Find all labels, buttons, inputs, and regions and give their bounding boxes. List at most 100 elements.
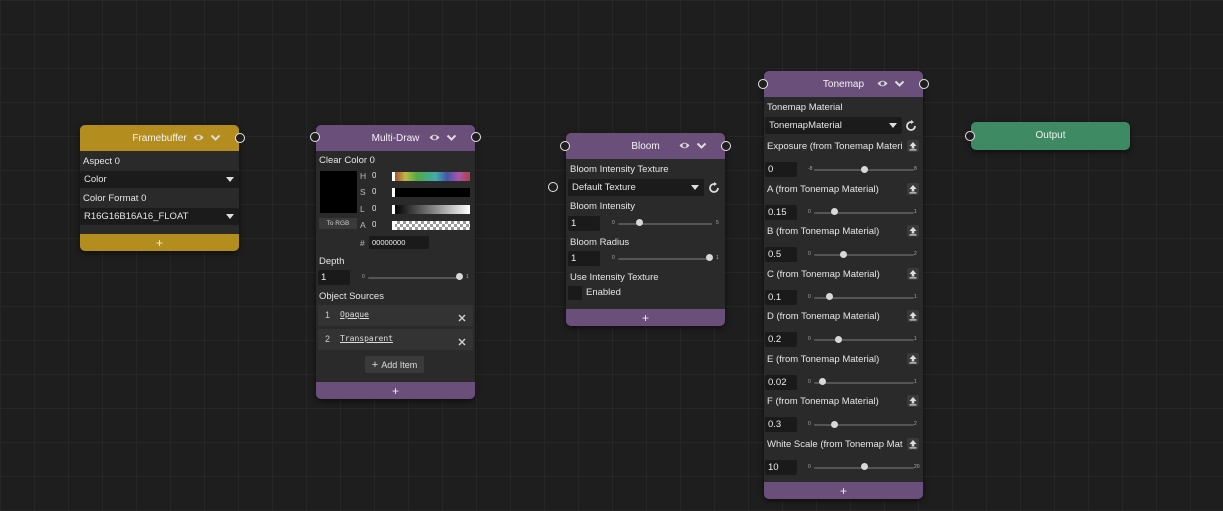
saturation-value[interactable]: 0 bbox=[372, 187, 376, 196]
chevron-down-icon[interactable] bbox=[894, 78, 905, 89]
lightness-slider-handle[interactable] bbox=[392, 205, 395, 214]
chevron-down-icon[interactable] bbox=[446, 132, 457, 143]
bloom-radius-input[interactable]: 1 bbox=[568, 251, 600, 266]
output-input-port[interactable] bbox=[965, 131, 975, 141]
hue-slider[interactable] bbox=[394, 172, 470, 181]
list-item-index: 2 bbox=[325, 334, 331, 344]
param-slider-handle[interactable] bbox=[818, 378, 826, 385]
param-slider-handle[interactable] bbox=[825, 293, 833, 300]
framebuffer-header[interactable]: Framebuffer bbox=[80, 125, 239, 151]
depth-slider[interactable] bbox=[368, 277, 462, 279]
bloom-intensity-input[interactable]: 1 bbox=[568, 216, 600, 231]
enabled-checkbox[interactable] bbox=[568, 286, 582, 300]
param-value-input[interactable]: 0.15 bbox=[765, 204, 797, 220]
alpha-slider-handle[interactable] bbox=[392, 221, 395, 230]
param-slider[interactable] bbox=[814, 254, 914, 256]
param-slider-handle[interactable] bbox=[860, 463, 868, 470]
eye-icon[interactable] bbox=[877, 78, 888, 89]
bloom-intensity-slider-handle[interactable] bbox=[636, 219, 643, 226]
upload-icon[interactable] bbox=[907, 182, 919, 195]
depth-slider-handle[interactable] bbox=[456, 273, 463, 280]
param-value-input[interactable]: 0.02 bbox=[765, 374, 797, 390]
chevron-down-icon bbox=[691, 185, 699, 190]
param-value-input[interactable]: 0.2 bbox=[765, 332, 797, 347]
param-slider[interactable] bbox=[814, 424, 914, 426]
chevron-down-icon[interactable] bbox=[210, 132, 221, 143]
depth-input[interactable]: 1 bbox=[318, 270, 350, 285]
source-link[interactable]: Transparent bbox=[340, 334, 393, 343]
bloom-input-port[interactable] bbox=[560, 141, 570, 151]
param-slider-handle[interactable] bbox=[860, 165, 868, 173]
param-slider-handle[interactable] bbox=[839, 250, 847, 258]
param-slider[interactable] bbox=[814, 381, 914, 384]
bloom-output-port[interactable] bbox=[721, 141, 731, 151]
param-value-input[interactable]: 0.1 bbox=[765, 289, 797, 305]
eye-icon[interactable] bbox=[679, 140, 690, 151]
upload-icon[interactable] bbox=[907, 267, 919, 280]
multidraw-input-port[interactable] bbox=[310, 132, 320, 142]
param-slider-handle[interactable] bbox=[830, 208, 838, 215]
saturation-slider-handle[interactable] bbox=[392, 188, 395, 197]
bloom-radius-slider[interactable] bbox=[618, 258, 712, 260]
upload-icon[interactable] bbox=[907, 352, 919, 365]
bloom-texture-dropdown[interactable]: Default Texture bbox=[568, 179, 704, 196]
param-slider-handle[interactable] bbox=[830, 420, 838, 428]
bloom-header[interactable]: Bloom bbox=[566, 133, 725, 159]
list-item[interactable]: 2 Transparent bbox=[318, 329, 473, 350]
remove-icon[interactable] bbox=[458, 333, 466, 351]
aspect-dropdown[interactable]: Color bbox=[80, 171, 239, 188]
remove-icon[interactable] bbox=[458, 309, 466, 327]
color-format-value: R16G16B16A16_FLOAT bbox=[84, 211, 189, 222]
param-value-input[interactable]: 10 bbox=[765, 459, 797, 475]
alpha-value[interactable]: 0 bbox=[372, 220, 376, 229]
framebuffer-node[interactable]: Framebuffer Aspect 0 Color Color Format … bbox=[80, 125, 245, 251]
multidraw-node[interactable]: Multi-Draw Clear Color 0 To RGB H 0 S 0 … bbox=[310, 125, 481, 399]
color-preview-swatch[interactable] bbox=[320, 171, 357, 213]
hex-color-input[interactable]: 00000000 bbox=[369, 236, 429, 249]
tonemap-output-port[interactable] bbox=[919, 79, 929, 89]
list-item[interactable]: 1 Opaque bbox=[318, 305, 473, 326]
framebuffer-add-button[interactable]: + bbox=[80, 234, 239, 251]
tonemap-header[interactable]: Tonemap bbox=[764, 71, 923, 97]
upload-icon[interactable] bbox=[907, 140, 919, 152]
multidraw-output-port[interactable] bbox=[471, 132, 481, 142]
param-value-input[interactable]: 0.3 bbox=[765, 417, 797, 432]
upload-icon[interactable] bbox=[907, 437, 919, 450]
hue-slider-handle[interactable] bbox=[392, 172, 395, 181]
tonemap-add-button[interactable]: + bbox=[764, 482, 923, 499]
param-value-input[interactable]: 0 bbox=[765, 162, 797, 177]
to-rgb-button[interactable]: To RGB bbox=[319, 218, 357, 229]
output-node[interactable]: Output bbox=[965, 122, 1130, 150]
alpha-slider[interactable] bbox=[394, 221, 470, 230]
param-slider[interactable] bbox=[814, 339, 914, 341]
lightness-slider[interactable] bbox=[394, 205, 470, 214]
color-format-dropdown[interactable]: R16G16B16A16_FLOAT bbox=[80, 208, 239, 225]
add-item-button[interactable]: + Add Item bbox=[365, 356, 424, 373]
chevron-down-icon[interactable] bbox=[696, 140, 707, 151]
bloom-radius-slider-handle[interactable] bbox=[706, 254, 713, 261]
multidraw-add-button[interactable]: + bbox=[316, 382, 475, 399]
param-slider[interactable] bbox=[814, 211, 914, 214]
saturation-slider[interactable] bbox=[394, 188, 470, 197]
eye-icon[interactable] bbox=[193, 132, 204, 143]
tonemap-input-port[interactable] bbox=[758, 79, 768, 89]
tonemap-material-dropdown[interactable]: TonemapMaterial bbox=[765, 117, 902, 134]
reset-icon[interactable] bbox=[905, 119, 917, 131]
lightness-value[interactable]: 0 bbox=[372, 204, 376, 213]
upload-icon[interactable] bbox=[907, 225, 919, 237]
hue-value[interactable]: 0 bbox=[372, 171, 376, 180]
tonemap-node[interactable]: Tonemap Tonemap Material TonemapMaterial… bbox=[758, 71, 929, 499]
bloom-texture-input-port[interactable] bbox=[548, 182, 558, 192]
bloom-add-button[interactable]: + bbox=[566, 309, 725, 326]
eye-icon[interactable] bbox=[429, 132, 440, 143]
bloom-intensity-slider[interactable] bbox=[618, 223, 712, 225]
upload-icon[interactable] bbox=[907, 395, 919, 407]
upload-icon[interactable] bbox=[907, 310, 919, 322]
source-link[interactable]: Opaque bbox=[340, 310, 369, 319]
param-value-input[interactable]: 0.5 bbox=[765, 247, 797, 262]
multidraw-header[interactable]: Multi-Draw bbox=[316, 125, 475, 151]
param-slider-handle[interactable] bbox=[834, 335, 842, 343]
bloom-node[interactable]: Bloom Bloom Intensity Texture Default Te… bbox=[548, 133, 731, 326]
framebuffer-output-port[interactable] bbox=[235, 133, 245, 143]
reset-icon[interactable] bbox=[708, 181, 720, 193]
